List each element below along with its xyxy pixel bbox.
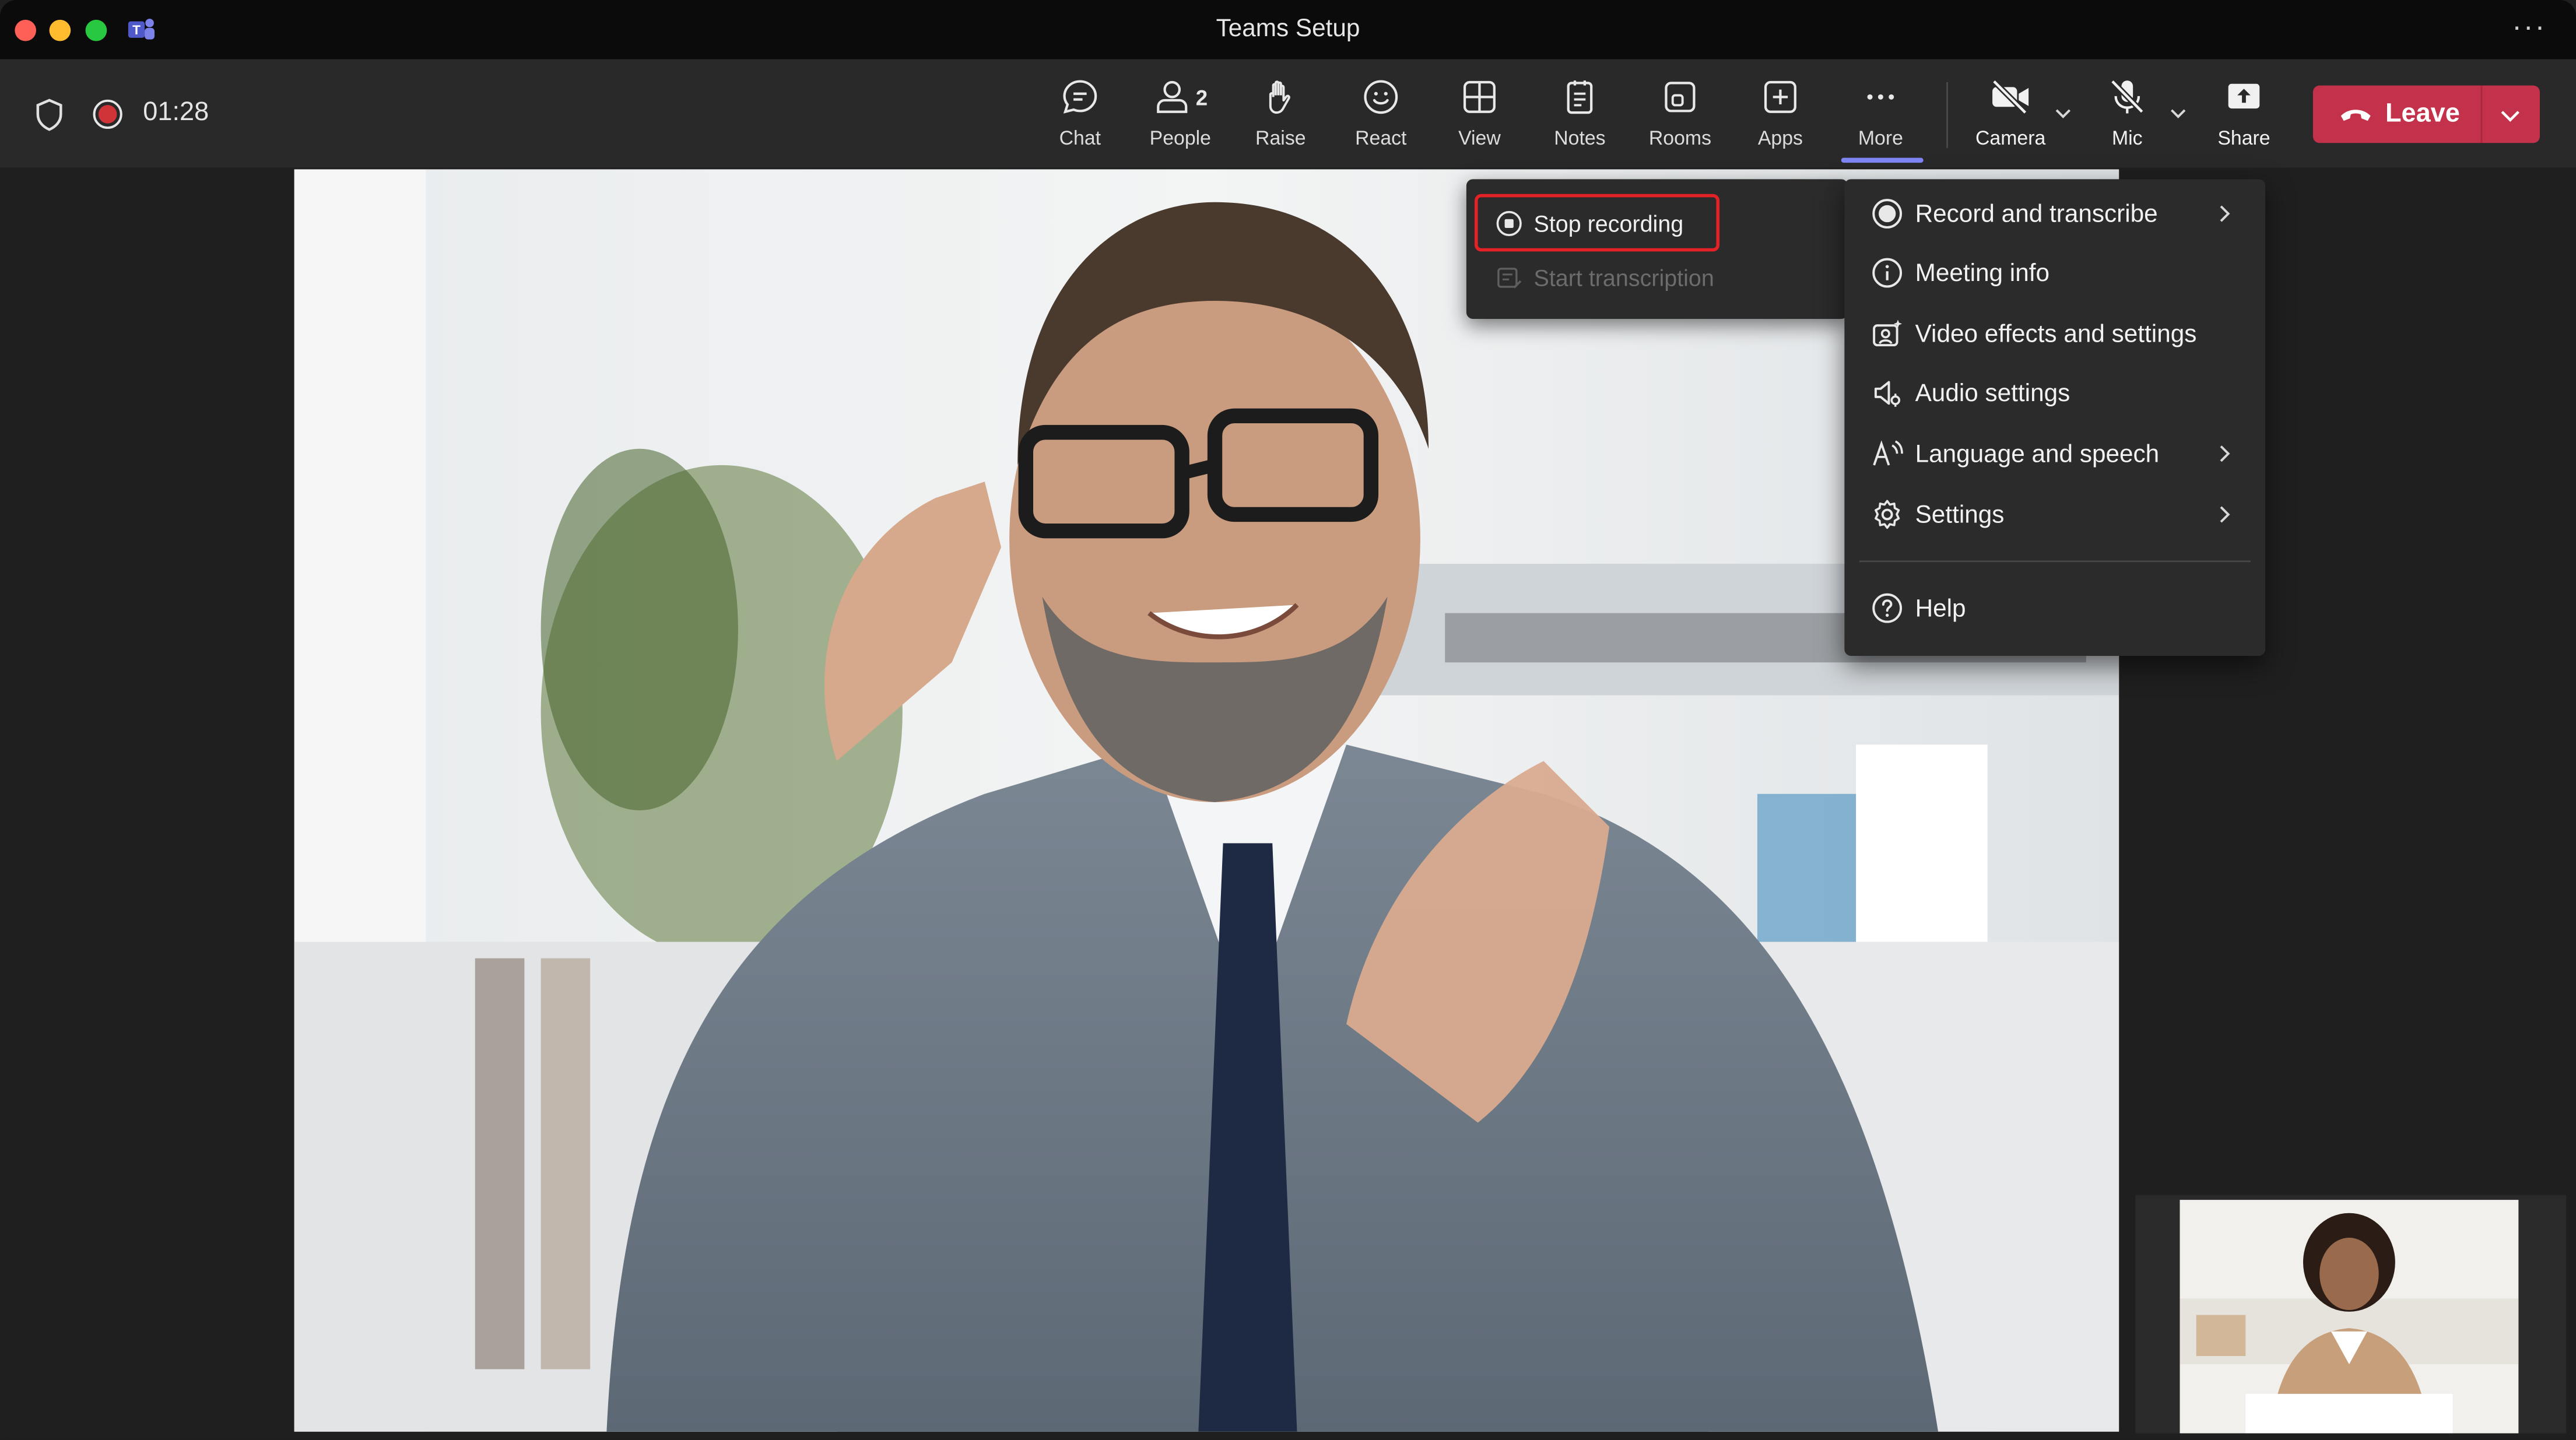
camera-label: Camera: [1975, 127, 2046, 150]
more-active-indicator: [1841, 157, 1924, 163]
menu-item-meeting-info[interactable]: Meeting info: [1844, 245, 2265, 301]
help-icon: [1872, 593, 1903, 623]
notes-label: Notes: [1554, 127, 1606, 150]
leave-button[interactable]: Leave: [2313, 86, 2481, 143]
menu-item-label: Language and speech: [1915, 440, 2160, 468]
menu-item-settings[interactable]: Settings: [1844, 487, 2265, 543]
meeting-timer: 01:28: [143, 99, 209, 127]
video-effects-icon: [1873, 319, 1903, 347]
menu-item-record-and-transcribe[interactable]: Record and transcribe: [1844, 186, 2265, 242]
chevron-down-icon: [2501, 110, 2519, 121]
menu-divider: [1859, 560, 2251, 563]
record-icon: [1872, 199, 1903, 229]
menu-item-help[interactable]: Help: [1844, 580, 2265, 636]
share-label: Share: [2217, 127, 2270, 150]
grid-view-icon: [1463, 80, 1496, 113]
menu-item-label: Settings: [1915, 500, 2005, 529]
language-icon: [1873, 440, 1903, 466]
camera-button[interactable]: Camera: [1961, 76, 2060, 161]
add-app-icon: [1764, 80, 1796, 113]
people-label: People: [1149, 127, 1212, 150]
smiley-icon: [1364, 80, 1398, 114]
notes-icon: [1567, 80, 1593, 114]
share-button[interactable]: Share: [2195, 76, 2293, 161]
menu-item-language-and-speech[interactable]: Language and speech: [1844, 426, 2265, 482]
react-button[interactable]: React: [1332, 76, 1430, 161]
apps-button[interactable]: Apps: [1731, 76, 1830, 161]
raise-label: Raise: [1255, 127, 1306, 150]
rooms-icon: [1665, 82, 1696, 113]
rooms-button[interactable]: Rooms: [1631, 76, 1729, 161]
mic-off-icon: [2110, 79, 2145, 114]
menu-item-label: Help: [1915, 594, 1966, 623]
mic-button[interactable]: Mic: [2078, 76, 2177, 161]
menu-item-label: Video effects and settings: [1915, 319, 2197, 348]
self-view-video[interactable]: [2180, 1200, 2519, 1434]
mic-options-chevron-icon[interactable]: [2168, 104, 2188, 124]
chat-label: Chat: [1059, 127, 1101, 150]
start-transcription-item: Start transcription: [1466, 251, 1848, 304]
menu-item-label: Audio settings: [1915, 378, 2070, 407]
rooms-label: Rooms: [1648, 127, 1711, 150]
chat-button[interactable]: Chat: [1031, 76, 1129, 161]
hang-up-phone-icon: [2340, 108, 2371, 120]
people-count: 2: [1195, 85, 1208, 110]
people-icon: [1157, 80, 1188, 113]
leave-button-group: Leave: [2312, 85, 2540, 143]
menu-item-video-effects[interactable]: Video effects and settings: [1844, 305, 2265, 361]
toolbar-separator: [1946, 82, 1948, 148]
start-transcription-label: Start transcription: [1533, 264, 1714, 291]
more-label: More: [1858, 127, 1903, 150]
recording-indicator-icon: [93, 99, 122, 129]
mic-label: Mic: [2111, 127, 2143, 150]
react-label: React: [1355, 127, 1407, 150]
leave-options-button[interactable]: [2482, 86, 2538, 143]
title-bar: T Teams Setup ···: [0, 0, 2576, 59]
view-label: View: [1458, 127, 1501, 150]
shield-icon[interactable]: [34, 99, 64, 131]
transcript-icon: [1497, 268, 1522, 289]
menu-item-audio-settings[interactable]: Audio settings: [1844, 365, 2265, 421]
notes-button[interactable]: Notes: [1531, 76, 1629, 161]
stop-recording-highlight: [1475, 194, 1720, 252]
more-options-menu: Record and transcribe Meeting info Video…: [1844, 179, 2266, 656]
chevron-right-icon: [2220, 506, 2230, 523]
gear-icon: [1875, 500, 1900, 529]
raise-hand-button[interactable]: Raise: [1231, 76, 1330, 161]
info-icon: [1872, 258, 1903, 288]
view-button[interactable]: View: [1430, 76, 1529, 161]
menu-item-label: Meeting info: [1915, 259, 2049, 287]
more-horizontal-icon[interactable]: ···: [2512, 10, 2546, 44]
camera-off-icon: [1992, 79, 2029, 115]
hand-icon: [1269, 80, 1290, 114]
share-screen-icon: [2228, 83, 2260, 109]
more-button[interactable]: More: [1831, 76, 1930, 161]
leave-label: Leave: [2385, 99, 2460, 128]
menu-item-label: Record and transcribe: [1915, 199, 2158, 228]
chevron-right-icon: [2220, 205, 2230, 222]
chevron-right-icon: [2220, 445, 2230, 462]
chat-icon: [1063, 80, 1097, 114]
self-view-image: [2180, 1200, 2519, 1434]
speaker-settings-icon: [1874, 381, 1901, 407]
apps-label: Apps: [1757, 127, 1803, 150]
teams-window: T Teams Setup ··· 01:28 Chat 2 People Ra…: [0, 0, 2576, 1440]
more-horizontal-icon: [1867, 94, 1894, 100]
people-button[interactable]: 2 People: [1131, 76, 1230, 161]
camera-options-chevron-icon[interactable]: [2053, 104, 2073, 124]
window-title: Teams Setup: [1216, 15, 1360, 43]
